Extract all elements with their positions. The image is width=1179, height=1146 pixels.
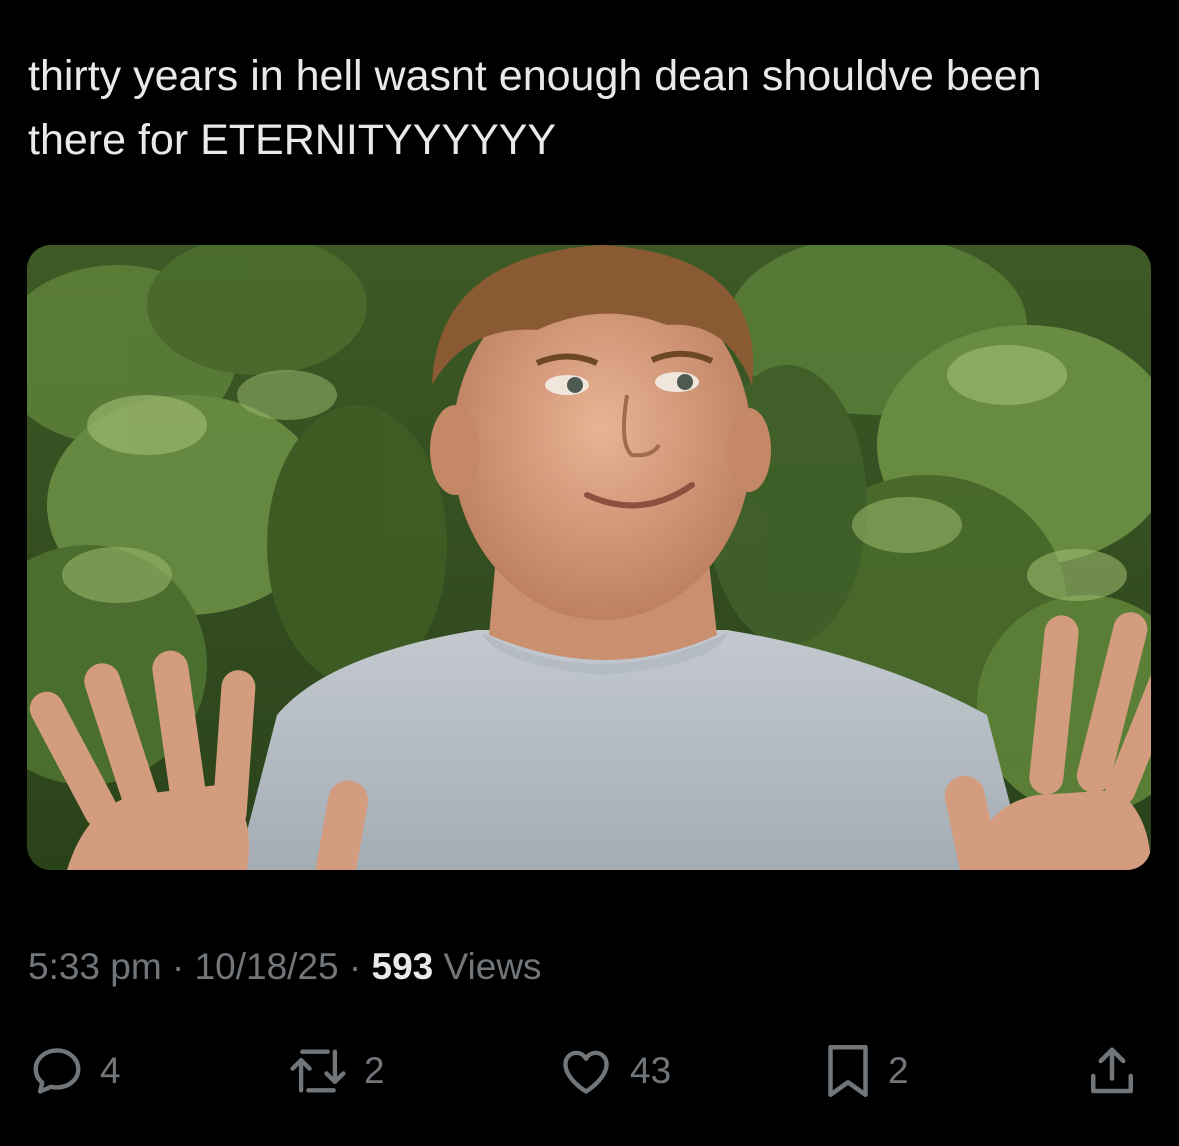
action-bar: 4 2 43 2 bbox=[0, 1036, 1179, 1106]
views-count[interactable]: 593 bbox=[372, 946, 434, 987]
share-icon bbox=[1082, 1041, 1142, 1101]
tweet-time[interactable]: 5:33 pm bbox=[28, 946, 162, 987]
views-label: Views bbox=[433, 946, 542, 987]
heart-icon bbox=[556, 1042, 616, 1100]
retweet-count: 2 bbox=[364, 1050, 385, 1091]
retweet-button[interactable]: 2 bbox=[286, 1036, 385, 1106]
tweet-image[interactable] bbox=[27, 245, 1151, 870]
share-button[interactable] bbox=[1082, 1036, 1142, 1106]
tweet-meta: 5:33 pm · 10/18/25 · 593 Views bbox=[28, 944, 542, 990]
like-button[interactable]: 43 bbox=[556, 1036, 671, 1106]
meta-separator: · bbox=[338, 946, 372, 987]
tweet-text: thirty years in hell wasnt enough dean s… bbox=[28, 52, 1042, 164]
tweet-date[interactable]: 10/18/25 bbox=[195, 946, 339, 987]
bookmark-count: 2 bbox=[888, 1050, 909, 1091]
reply-button[interactable]: 4 bbox=[28, 1036, 121, 1106]
like-count: 43 bbox=[630, 1050, 672, 1091]
bookmark-icon bbox=[822, 1041, 874, 1101]
reply-icon bbox=[28, 1042, 86, 1100]
retweet-icon bbox=[286, 1042, 350, 1100]
reply-count: 4 bbox=[100, 1050, 121, 1091]
bookmark-button[interactable]: 2 bbox=[822, 1036, 909, 1106]
meta-separator: · bbox=[161, 946, 195, 987]
